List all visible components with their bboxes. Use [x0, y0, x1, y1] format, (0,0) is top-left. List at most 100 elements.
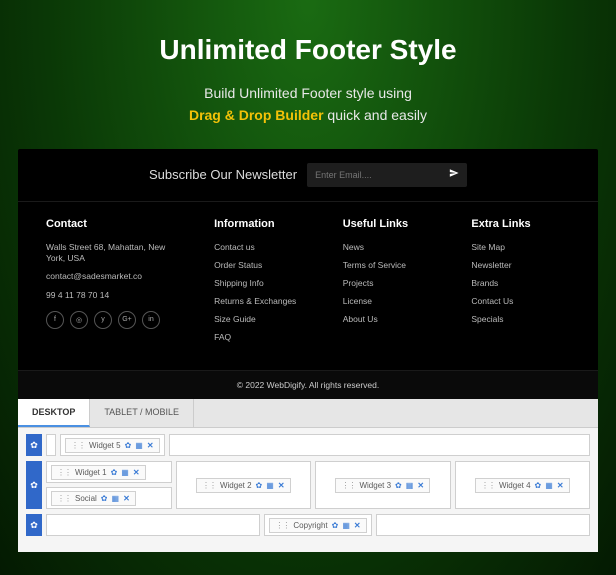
builder-slot[interactable] [46, 514, 260, 536]
widget-tag-copyright[interactable]: ⋮⋮ Copyright ✿ ▦ ✕ [269, 518, 366, 533]
list-item[interactable]: Shipping Info [214, 278, 313, 289]
widget-grid-icon[interactable]: ▦ [545, 481, 553, 490]
row-settings-button[interactable]: ✿ [26, 434, 42, 456]
list-item[interactable]: Contact Us [471, 296, 570, 307]
newsletter-submit-button[interactable] [449, 168, 459, 181]
widget-settings-icon[interactable]: ✿ [535, 481, 542, 490]
contact-heading: Contact [46, 218, 184, 230]
newsletter-title: Subscribe Our Newsletter [149, 167, 297, 182]
drag-handle-icon[interactable]: ⋮⋮ [341, 481, 355, 490]
builder-panel: DESKTOP TABLET / MOBILE ✿ ⋮⋮ Widget 5 ✿ … [18, 399, 598, 552]
drag-handle-icon[interactable]: ⋮⋮ [481, 481, 495, 490]
information-heading: Information [214, 218, 313, 230]
builder-slot[interactable]: ⋮⋮ Social ✿ ▦ ✕ [46, 487, 172, 509]
subtitle-highlight: Drag & Drop Builder [189, 107, 324, 123]
twitter-icon[interactable]: y [94, 311, 112, 329]
list-item[interactable]: Brands [471, 278, 570, 289]
row-settings-button[interactable]: ✿ [26, 461, 42, 509]
subtitle-after: quick and easily [324, 107, 428, 123]
page-subtitle: Build Unlimited Footer style using Drag … [0, 82, 616, 127]
newsletter-input[interactable] [315, 170, 449, 180]
list-item[interactable]: Specials [471, 314, 570, 325]
builder-row: ✿ ⋮⋮ Widget 5 ✿ ▦ ✕ [26, 434, 590, 456]
footer-col-useful: Useful Links News Terms of Service Proje… [343, 218, 442, 350]
builder-slot[interactable]: ⋮⋮ Widget 2 ✿ ▦ ✕ [176, 461, 312, 509]
widget-label: Widget 2 [220, 481, 252, 490]
builder-slot[interactable]: ⋮⋮ Widget 1 ✿ ▦ ✕ [46, 461, 172, 483]
list-item[interactable]: Newsletter [471, 260, 570, 271]
builder-slot[interactable]: ⋮⋮ Copyright ✿ ▦ ✕ [264, 514, 371, 536]
widget-grid-icon[interactable]: ▦ [406, 481, 414, 490]
builder-slot[interactable]: ⋮⋮ Widget 4 ✿ ▦ ✕ [455, 461, 591, 509]
widget-settings-icon[interactable]: ✿ [332, 521, 339, 530]
drag-handle-icon[interactable]: ⋮⋮ [71, 441, 85, 450]
tab-tablet-mobile[interactable]: TABLET / MOBILE [90, 399, 194, 427]
list-item[interactable]: About Us [343, 314, 442, 325]
list-item[interactable]: News [343, 242, 442, 253]
widget-tag-widget5[interactable]: ⋮⋮ Widget 5 ✿ ▦ ✕ [65, 438, 160, 453]
newsletter-bar: Subscribe Our Newsletter [18, 149, 598, 202]
widget-label: Widget 4 [499, 481, 531, 490]
drag-handle-icon[interactable]: ⋮⋮ [202, 481, 216, 490]
drag-handle-icon[interactable]: ⋮⋮ [275, 521, 289, 530]
row-settings-button[interactable]: ✿ [26, 514, 42, 536]
widget-remove-icon[interactable]: ✕ [354, 521, 361, 530]
list-item[interactable]: License [343, 296, 442, 307]
list-item[interactable]: Order Status [214, 260, 313, 271]
widget-remove-icon[interactable]: ✕ [417, 481, 424, 490]
widget-remove-icon[interactable]: ✕ [133, 468, 140, 477]
widget-tag-widget4[interactable]: ⋮⋮ Widget 4 ✿ ▦ ✕ [475, 478, 570, 493]
builder-column: ⋮⋮ Widget 1 ✿ ▦ ✕ ⋮⋮ Social ✿ ▦ ✕ [46, 461, 172, 509]
contact-phone: 99 4 11 78 70 14 [46, 290, 184, 301]
widget-grid-icon[interactable]: ▦ [135, 441, 143, 450]
widget-settings-icon[interactable]: ✿ [256, 481, 263, 490]
widget-settings-icon[interactable]: ✿ [101, 494, 108, 503]
list-item[interactable]: Contact us [214, 242, 313, 253]
widget-tag-widget1[interactable]: ⋮⋮ Widget 1 ✿ ▦ ✕ [51, 465, 146, 480]
list-item[interactable]: Returns & Exchanges [214, 296, 313, 307]
social-icons: f ◎ y G+ in [46, 311, 184, 329]
widget-grid-icon[interactable]: ▦ [112, 494, 120, 503]
widget-settings-icon[interactable]: ✿ [125, 441, 132, 450]
builder-slot[interactable]: ⋮⋮ Widget 3 ✿ ▦ ✕ [315, 461, 451, 509]
list-item[interactable]: Projects [343, 278, 442, 289]
widget-tag-social[interactable]: ⋮⋮ Social ✿ ▦ ✕ [51, 491, 136, 506]
widget-grid-icon[interactable]: ▦ [266, 481, 274, 490]
gear-icon: ✿ [30, 440, 38, 451]
footer-preview: Subscribe Our Newsletter Contact Walls S… [18, 149, 598, 399]
list-item[interactable]: Terms of Service [343, 260, 442, 271]
widget-tag-widget3[interactable]: ⋮⋮ Widget 3 ✿ ▦ ✕ [335, 478, 430, 493]
widget-tag-widget2[interactable]: ⋮⋮ Widget 2 ✿ ▦ ✕ [196, 478, 291, 493]
facebook-icon[interactable]: f [46, 311, 64, 329]
widget-grid-icon[interactable]: ▦ [121, 468, 129, 477]
builder-slot[interactable]: ⋮⋮ Widget 5 ✿ ▦ ✕ [60, 434, 165, 456]
contact-email: contact@sadesmarket.co [46, 271, 184, 282]
drag-handle-icon[interactable]: ⋮⋮ [57, 494, 71, 503]
builder-slot[interactable] [46, 434, 56, 456]
widget-settings-icon[interactable]: ✿ [111, 468, 118, 477]
widget-remove-icon[interactable]: ✕ [557, 481, 564, 490]
widget-grid-icon[interactable]: ▦ [342, 521, 350, 530]
tab-desktop[interactable]: DESKTOP [18, 399, 90, 427]
list-item[interactable]: Size Guide [214, 314, 313, 325]
list-item[interactable]: FAQ [214, 332, 313, 343]
list-item[interactable]: Site Map [471, 242, 570, 253]
builder-row: ✿ ⋮⋮ Widget 1 ✿ ▦ ✕ ⋮⋮ Social ✿ [26, 461, 590, 509]
newsletter-input-wrap[interactable] [307, 163, 467, 187]
contact-address: Walls Street 68, Mahattan, New York, USA [46, 242, 184, 264]
widget-remove-icon[interactable]: ✕ [278, 481, 285, 490]
widget-settings-icon[interactable]: ✿ [395, 481, 402, 490]
builder-slot[interactable] [169, 434, 590, 456]
widget-remove-icon[interactable]: ✕ [147, 441, 154, 450]
linkedin-icon[interactable]: in [142, 311, 160, 329]
widget-label: Copyright [293, 521, 327, 530]
widget-remove-icon[interactable]: ✕ [123, 494, 130, 503]
footer-col-extra: Extra Links Site Map Newsletter Brands C… [471, 218, 570, 350]
googleplus-icon[interactable]: G+ [118, 311, 136, 329]
drag-handle-icon[interactable]: ⋮⋮ [57, 468, 71, 477]
builder-slot[interactable] [376, 514, 590, 536]
footer-col-contact: Contact Walls Street 68, Mahattan, New Y… [46, 218, 184, 350]
send-icon [449, 168, 459, 178]
footer-columns: Contact Walls Street 68, Mahattan, New Y… [18, 202, 598, 370]
instagram-icon[interactable]: ◎ [70, 311, 88, 329]
